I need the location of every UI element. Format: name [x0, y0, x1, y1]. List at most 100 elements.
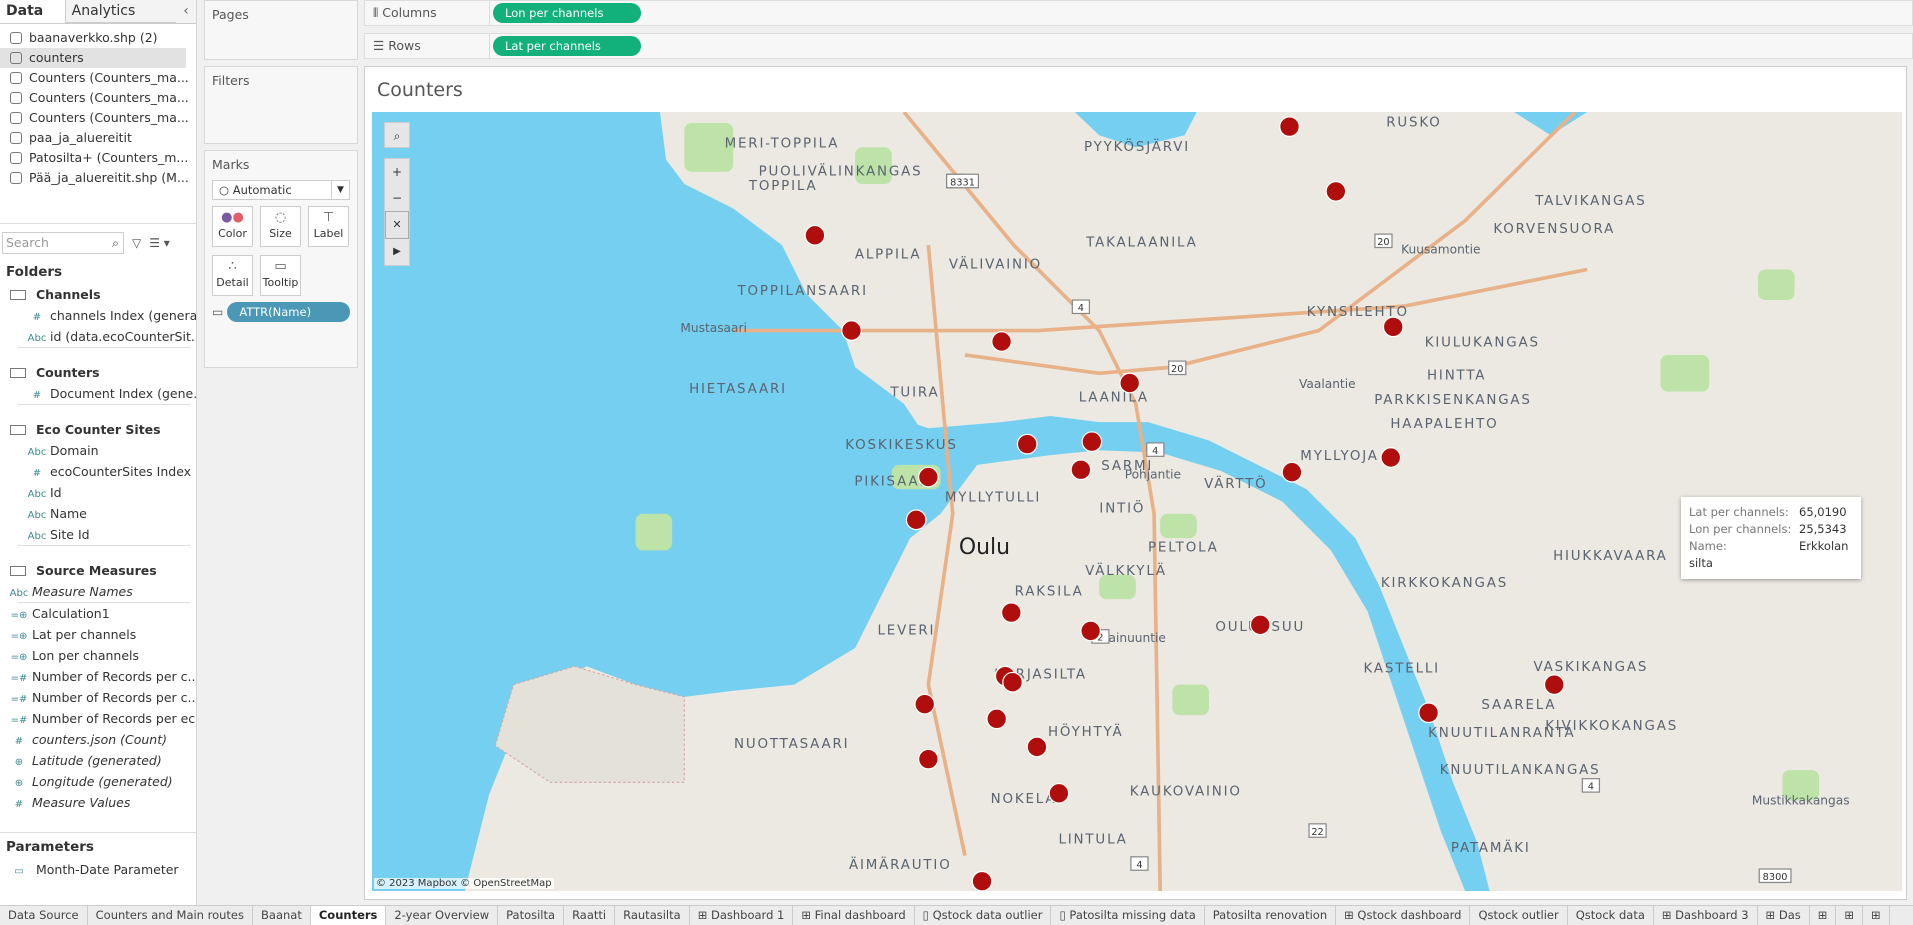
map[interactable]: RUSKO PYYKÖSJÄRVI MERI-TOPPILA TOPPILA PUOLI… [372, 112, 1902, 891]
field-item[interactable]: # counters.json (Count) [0, 729, 196, 750]
map-canvas[interactable]: RUSKO PYYKÖSJÄRVI MERI-TOPPILA TOPPILAPUOLI… [372, 112, 1902, 891]
tab-data[interactable]: Data [0, 0, 65, 23]
sheet-tab[interactable]: Counters [310, 906, 387, 925]
counter-marker[interactable] [1281, 461, 1303, 483]
tooltip-button[interactable]: ▭ Tooltip [260, 255, 301, 296]
field-item[interactable]: Abc id (data.ecoCounterSit... [0, 326, 196, 347]
datasource-item[interactable]: baanaverkko.shp (2) [0, 28, 196, 48]
folder-channels[interactable]: Channels [0, 284, 196, 305]
sheet-tab[interactable]: 2-year Overview [386, 906, 499, 925]
new-dashboard-icon[interactable]: ⊞ [1836, 906, 1864, 925]
counter-marker[interactable] [1000, 602, 1022, 623]
sheet-tab[interactable]: Patosilta renovation [1205, 906, 1337, 925]
counter-marker[interactable] [1080, 620, 1102, 642]
sheet-tab[interactable]: ▯ Qstock data outlier [915, 906, 1052, 925]
counter-marker[interactable] [1418, 702, 1439, 724]
counter-marker[interactable] [917, 466, 939, 488]
datasource-item[interactable]: Counters (Counters_ma... [0, 68, 196, 88]
expand-toolbar-button[interactable]: ▶ [385, 239, 409, 265]
field-item[interactable]: =# Number of Records per c... [0, 666, 196, 687]
sheet-tab[interactable]: Patosilta [498, 906, 565, 925]
sheet-tab[interactable]: ⊞ Final dashboard [793, 906, 915, 925]
field-item[interactable]: # Measure Values [0, 792, 196, 813]
datasource-item[interactable]: Counters (Counters_ma... [0, 108, 196, 128]
map-search-button[interactable]: ⌕ [384, 122, 410, 148]
counter-marker[interactable] [841, 320, 862, 341]
view-options-icon[interactable]: ☰ ▾ [149, 236, 170, 250]
counter-marker[interactable] [971, 870, 993, 891]
mark-type-dropdown[interactable]: ○ Automatic ▼ [212, 180, 350, 200]
field-item[interactable]: =⊕ Lon per channels [0, 645, 196, 666]
rows-pill[interactable]: Lat per channels [493, 36, 641, 56]
sheet-tab[interactable]: ⊞ Dashboard 1 [690, 906, 794, 925]
field-item[interactable]: =⊕ Lat per channels [0, 624, 196, 645]
counter-marker[interactable] [914, 693, 936, 715]
sheet-tab[interactable]: Counters and Main routes [88, 906, 254, 925]
field-item[interactable]: Abc Domain [0, 440, 196, 461]
folder-eco[interactable]: Eco Counter Sites [0, 419, 196, 440]
counter-marker[interactable] [1380, 447, 1402, 468]
field-measure-names[interactable]: Abc Measure Names [0, 581, 196, 602]
label-button[interactable]: ⊤ Label [308, 206, 349, 247]
counter-marker[interactable] [1002, 671, 1023, 693]
sheet-tab[interactable]: Data Source [0, 906, 88, 925]
counter-marker[interactable] [986, 708, 1008, 730]
search-input[interactable]: Search ⌕ [2, 232, 124, 254]
field-item[interactable]: # Document Index (gene... [0, 383, 196, 404]
counter-marker[interactable] [1026, 736, 1048, 758]
columns-pill[interactable]: Lon per channels [493, 3, 641, 23]
sheet-tab[interactable]: ⊞ Das [1758, 906, 1810, 925]
field-item[interactable]: =⊕ Calculation1 [0, 603, 196, 624]
counter-marker[interactable] [1119, 372, 1141, 394]
counter-marker[interactable] [1279, 116, 1300, 138]
color-button[interactable]: ●● Color [212, 206, 253, 247]
new-worksheet-icon[interactable]: ⊞ [1810, 906, 1837, 925]
map-attribution[interactable]: © 2023 Mapbox © OpenStreetMap [374, 878, 554, 889]
folder-source[interactable]: Source Measures [0, 560, 196, 581]
field-item[interactable]: =# Number of Records per c... [0, 687, 196, 708]
datasource-item[interactable]: paa_ja_aluereitit [0, 128, 196, 148]
rows-shelf[interactable]: ☰ Rows Lat per channels [364, 33, 1913, 59]
datasource-item[interactable]: Patosilta+ (Counters_m... [0, 148, 196, 168]
sheet-tab[interactable]: Qstock outlier [1470, 906, 1568, 925]
parameter-item[interactable]: ▭ Month-Date Parameter [0, 859, 196, 880]
folder-counters[interactable]: Counters [0, 362, 196, 383]
reset-map-button[interactable]: ✕ [385, 211, 409, 239]
zoom-in-button[interactable]: + [385, 159, 409, 185]
counter-marker[interactable] [1325, 180, 1347, 202]
sheet-tab[interactable]: Qstock data [1568, 906, 1654, 925]
counter-marker[interactable] [917, 748, 939, 770]
counter-marker[interactable] [1048, 782, 1070, 804]
tab-analytics[interactable]: Analytics [64, 0, 177, 23]
collapse-pane-icon[interactable]: ‹ [176, 0, 196, 23]
counter-marker[interactable] [1249, 614, 1271, 636]
counter-marker[interactable] [905, 509, 927, 531]
filters-card[interactable]: Filters [204, 66, 358, 144]
counter-marker[interactable] [1081, 431, 1103, 453]
counter-marker[interactable] [804, 224, 826, 246]
field-item[interactable]: Abc Site Id [0, 524, 196, 545]
sheet-tab[interactable]: ⊞ Dashboard 3 [1654, 906, 1758, 925]
counter-marker[interactable] [1382, 316, 1404, 338]
columns-shelf[interactable]: ⫴ Columns Lon per channels [364, 0, 1913, 26]
attr-name-pill[interactable]: ATTR(Name) [227, 302, 350, 322]
pages-card[interactable]: Pages [204, 0, 358, 60]
detail-button[interactable]: ∴ Detail [212, 255, 253, 296]
counter-marker[interactable] [991, 331, 1012, 352]
field-item[interactable]: ⊕ Latitude (generated) [0, 750, 196, 771]
datasource-item[interactable]: counters [0, 48, 186, 68]
field-item[interactable]: =# Number of Records per ec... [0, 708, 196, 729]
counter-marker[interactable] [1543, 674, 1565, 696]
datasource-item[interactable]: Pää_ja_aluereitit.shp (M... [0, 168, 196, 188]
new-story-icon[interactable]: ⊞ [1863, 906, 1890, 925]
counter-marker[interactable] [1070, 459, 1092, 481]
zoom-out-button[interactable]: − [385, 185, 409, 211]
field-item[interactable]: ⊕ Longitude (generated) [0, 771, 196, 792]
sheet-tab[interactable]: ⊞ Qstock dashboard [1336, 906, 1471, 925]
size-button[interactable]: ◌ Size [260, 206, 301, 247]
field-item[interactable]: Abc Id [0, 482, 196, 503]
sheet-tab[interactable]: Rautasilta [615, 906, 690, 925]
filter-icon[interactable]: ▽ [132, 236, 141, 250]
sheet-tab[interactable]: Baanat [253, 906, 311, 925]
sheet-tab[interactable]: Raatti [564, 906, 616, 925]
